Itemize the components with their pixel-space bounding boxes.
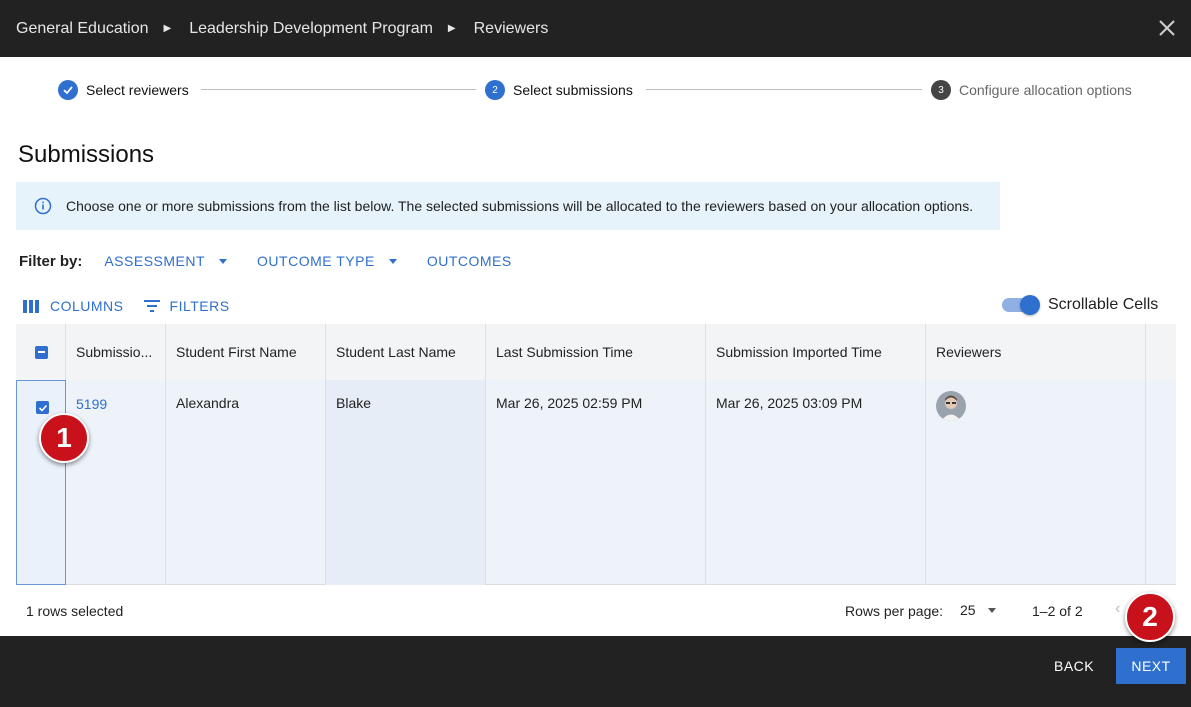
step-number: 2 bbox=[485, 80, 505, 100]
submission-link[interactable]: 5199 bbox=[76, 396, 107, 412]
filter-label: Filter by: bbox=[19, 252, 83, 270]
breadcrumb-chevron-icon: ▶ bbox=[447, 23, 456, 34]
scrollable-cells-label: Scrollable Cells bbox=[1048, 296, 1159, 313]
check-circle-icon bbox=[58, 80, 78, 100]
columns-button[interactable]: COLUMNS bbox=[23, 298, 124, 314]
filter-outcomes-label: OUTCOMES bbox=[426, 253, 512, 269]
cell-filler bbox=[1146, 380, 1176, 585]
rows-per-page-select[interactable]: 25 bbox=[960, 602, 996, 618]
filter-icon bbox=[143, 300, 160, 312]
filter-outcomes-button[interactable]: OUTCOMES bbox=[427, 253, 512, 269]
info-text: Choose one or more submissions from the … bbox=[66, 198, 974, 214]
filter-outcome-type-button[interactable]: OUTCOME TYPE bbox=[257, 253, 397, 269]
rows-selected-count: 1 rows selected bbox=[26, 603, 124, 619]
cell-submission-id: 5199 bbox=[66, 380, 166, 585]
previous-page-icon[interactable]: ‹ bbox=[1115, 600, 1120, 618]
toggle-thumb bbox=[1020, 295, 1040, 315]
columns-icon bbox=[23, 299, 39, 313]
header-imported-time[interactable]: Submission Imported Time bbox=[706, 324, 926, 380]
filter-assessment-label: ASSESSMENT bbox=[104, 253, 206, 269]
info-banner: Choose one or more submissions from the … bbox=[16, 182, 1000, 230]
row-checkbox[interactable] bbox=[36, 401, 49, 414]
scrollable-cells-toggle[interactable] bbox=[1002, 295, 1040, 315]
filter-assessment-button[interactable]: ASSESSMENT bbox=[104, 253, 228, 269]
page-title: Submissions bbox=[18, 141, 155, 168]
cell-first-name: Alexandra bbox=[166, 380, 326, 585]
caret-down-icon bbox=[388, 258, 397, 264]
bottom-action-bar: BACK NEXT bbox=[0, 636, 1191, 707]
header-submission[interactable]: Submissio... bbox=[66, 324, 166, 380]
cell-last-submission-time: Mar 26, 2025 02:59 PM bbox=[486, 380, 706, 585]
info-icon bbox=[34, 197, 52, 215]
header-select-cell bbox=[16, 324, 66, 380]
row-select-cell bbox=[16, 380, 66, 585]
step-select-reviewers[interactable]: Select reviewers bbox=[58, 80, 189, 100]
grid-footer: 1 rows selected Rows per page: 25 1–2 of… bbox=[0, 585, 1191, 636]
filter-outcome-type-label: OUTCOME TYPE bbox=[257, 253, 375, 269]
filters-label: FILTERS bbox=[169, 298, 230, 314]
header-reviewers[interactable]: Reviewers bbox=[926, 324, 1146, 380]
cell-imported-time: Mar 26, 2025 03:09 PM bbox=[706, 380, 926, 585]
cell-last-name: Blake bbox=[326, 380, 486, 585]
grid-header: Submissio... Student First Name Student … bbox=[16, 324, 1176, 380]
close-icon[interactable] bbox=[1155, 16, 1179, 40]
step-label: Select submissions bbox=[513, 82, 633, 98]
breadcrumb-reviewers: Reviewers bbox=[473, 19, 549, 37]
caret-down-icon bbox=[987, 607, 996, 613]
step-connector bbox=[201, 89, 476, 90]
page-range: 1–2 of 2 bbox=[1032, 603, 1083, 619]
rows-per-page-value: 25 bbox=[960, 602, 976, 618]
breadcrumb-general-education[interactable]: General Education bbox=[16, 20, 149, 38]
next-button[interactable]: NEXT bbox=[1116, 648, 1186, 684]
filter-row: Filter by: ASSESSMENT OUTCOME TYPE OUTCO… bbox=[19, 251, 542, 271]
header-last-name[interactable]: Student Last Name bbox=[326, 324, 486, 380]
step-connector bbox=[646, 89, 922, 90]
back-button[interactable]: BACK bbox=[1054, 658, 1094, 674]
cell-reviewers bbox=[926, 380, 1146, 585]
submissions-grid: Submissio... Student First Name Student … bbox=[16, 324, 1176, 585]
rows-per-page-label: Rows per page: bbox=[845, 603, 944, 619]
columns-label: COLUMNS bbox=[50, 298, 124, 314]
caret-down-icon bbox=[219, 258, 228, 264]
select-all-checkbox[interactable] bbox=[35, 345, 48, 359]
step-number: 3 bbox=[931, 80, 951, 100]
header-first-name[interactable]: Student First Name bbox=[166, 324, 326, 380]
breadcrumb-chevron-icon: ▶ bbox=[163, 23, 172, 34]
step-label: Configure allocation options bbox=[959, 82, 1132, 98]
breadcrumb-program[interactable]: Leadership Development Program bbox=[189, 20, 433, 38]
stepper: Select reviewers 2 Select submissions 3 … bbox=[0, 57, 1191, 123]
filters-button[interactable]: FILTERS bbox=[143, 298, 230, 314]
table-row[interactable]: 5199 Alexandra Blake Mar 26, 2025 02:59 … bbox=[16, 380, 1176, 585]
reviewer-avatar[interactable] bbox=[936, 391, 966, 421]
header-last-submission-time[interactable]: Last Submission Time bbox=[486, 324, 706, 380]
step-configure-allocation[interactable]: 3 Configure allocation options bbox=[931, 80, 1132, 100]
callout-badge-2: 2 bbox=[1125, 592, 1175, 642]
callout-badge-1: 1 bbox=[39, 413, 89, 463]
scrollable-cells-toggle-wrap: Scrollable Cells bbox=[1002, 295, 1159, 315]
grid-toolbar: COLUMNS FILTERS bbox=[23, 295, 250, 317]
step-label: Select reviewers bbox=[86, 82, 189, 98]
top-bar: General Education ▶ Leadership Developme… bbox=[0, 0, 1191, 57]
step-select-submissions[interactable]: 2 Select submissions bbox=[485, 80, 633, 100]
